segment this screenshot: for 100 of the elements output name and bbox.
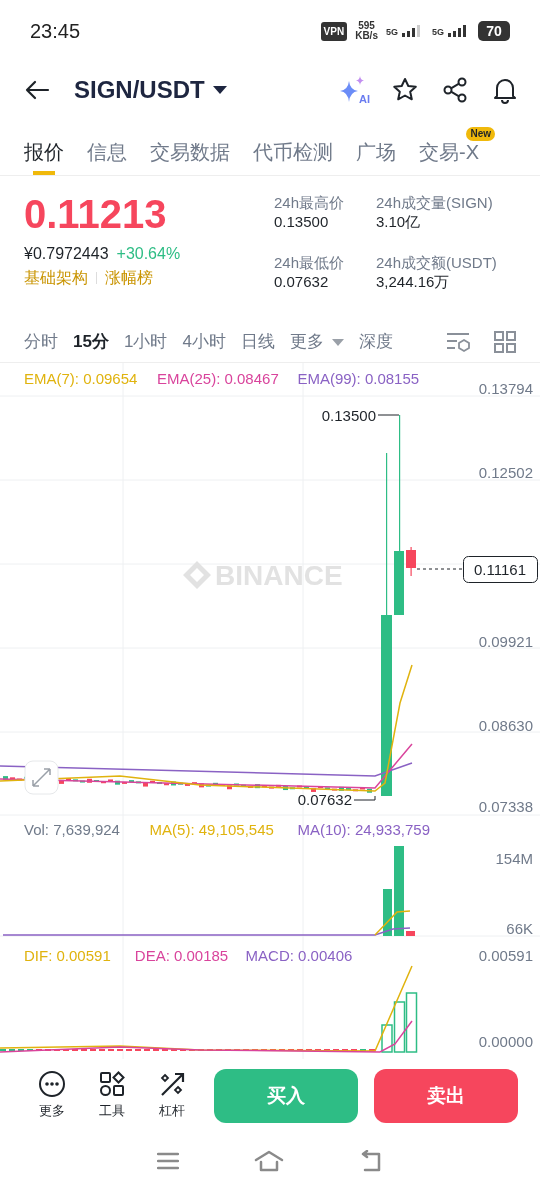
legend-value: MACD: 0.00406 (245, 947, 353, 964)
buy-button[interactable]: 买入 (214, 1069, 358, 1123)
stat-value: 3.10亿 (376, 212, 422, 232)
candle (276, 784, 281, 787)
legend-value: Vol: 7,639,924 (24, 821, 120, 838)
legend-value: MA(5): 49,105,545 (149, 821, 274, 838)
network-type: 5G (385, 28, 398, 37)
stat-label: 24h最低价 (274, 254, 346, 272)
ai-assistant-button[interactable]: AI (338, 75, 368, 105)
candle (178, 782, 183, 785)
interval-tab[interactable]: 日线 (240, 329, 275, 355)
candle (150, 780, 155, 783)
caret-icon (212, 86, 227, 94)
candle (234, 783, 239, 786)
sell-button[interactable]: 卖出 (374, 1069, 518, 1123)
interval-tab[interactable]: 15分 (73, 329, 109, 355)
back-arrow-icon[interactable] (24, 79, 50, 101)
tab[interactable]: 广场 (356, 133, 396, 175)
tab[interactable]: 信息 (87, 133, 127, 175)
candle (115, 780, 120, 785)
category-tag[interactable]: 涨幅榜 (105, 266, 153, 290)
candle (339, 786, 344, 791)
candle (87, 778, 92, 783)
axis-label: 66K (506, 920, 533, 937)
candle (297, 785, 302, 788)
clock-time: 23:45 (30, 19, 81, 44)
tools-icon (99, 1071, 125, 1098)
toolbar-button[interactable]: 工具 (90, 1071, 134, 1121)
candle (80, 780, 85, 783)
layout-grid-icon[interactable] (494, 331, 516, 353)
toolbar-button[interactable]: 杠杆 (150, 1071, 194, 1121)
candle (206, 784, 211, 787)
expand-button[interactable] (24, 760, 59, 795)
candle (192, 782, 197, 785)
interval-tab[interactable]: 更多 (289, 329, 344, 355)
candle (10, 777, 15, 780)
stat-label: 24h最高价 (274, 194, 346, 212)
candle (406, 547, 416, 576)
pair-selector[interactable]: SIGN/USDT (74, 72, 227, 108)
candle (73, 779, 78, 782)
axis-label: 0.07338 (478, 798, 533, 815)
legend-value: EMA(99): 0.08155 (297, 370, 420, 387)
candle (108, 779, 113, 782)
notification-bell-icon[interactable] (492, 76, 518, 104)
axis-label: 0.12502 (478, 464, 533, 481)
battery-level: 70 (478, 21, 510, 41)
new-badge: New (466, 127, 495, 141)
vpn-indicator: VPN (320, 21, 348, 41)
menu-icon[interactable] (157, 1152, 180, 1170)
axis-label: 0.08630 (478, 717, 533, 734)
candle (248, 785, 253, 788)
candle (325, 787, 330, 790)
axis-label: 154M (495, 850, 533, 867)
interval-tab[interactable]: 深度 (358, 329, 393, 355)
leader-line (377, 414, 400, 416)
stat-label: 24h成交量(SIGN) (376, 194, 494, 212)
candle (269, 786, 274, 789)
legend-value: DIF: 0.00591 (24, 947, 111, 964)
stat-value: 0.13500 (274, 212, 330, 232)
candle (101, 781, 106, 784)
favorite-star-icon[interactable] (392, 77, 418, 103)
more-icon (39, 1071, 65, 1098)
leader-line (353, 795, 376, 801)
high-price-marker: 0.13500 (321, 407, 376, 424)
low-price-marker: 0.07632 (297, 791, 352, 808)
axis-label: 0.00591 (478, 947, 533, 964)
candle (283, 786, 288, 791)
network-speed: 595 (357, 21, 376, 31)
tab[interactable]: 代币检测 (253, 133, 333, 175)
tab[interactable]: 交易数据 (150, 133, 230, 175)
candle (59, 779, 64, 784)
candle (122, 781, 127, 784)
interval-tab[interactable]: 分时 (24, 329, 58, 355)
current-price-label: 0.11161 (463, 556, 538, 583)
interval-tab[interactable]: 1小时 (123, 329, 168, 355)
candle (199, 783, 204, 788)
candle (143, 782, 148, 787)
tab[interactable]: 报价 (24, 133, 64, 175)
caret-icon[interactable] (331, 338, 344, 346)
interval-tab[interactable]: 4小时 (182, 329, 226, 355)
candle (353, 789, 358, 792)
share-icon[interactable] (442, 77, 468, 103)
price-change: +30.64% (116, 244, 181, 264)
fiat-price: ¥0.7972443 (24, 244, 109, 264)
network-type: 5G (432, 28, 444, 37)
indicator-settings-icon[interactable] (446, 331, 470, 353)
price-line (416, 568, 463, 570)
candle (304, 786, 309, 789)
histogram-bar (405, 992, 418, 1053)
axis-label: 0.13794 (478, 380, 533, 397)
home-icon[interactable] (254, 1150, 284, 1172)
speed-unit: KB/s (355, 31, 378, 41)
last-price: 0.11213 (24, 191, 168, 238)
candle (129, 780, 134, 783)
candle (311, 787, 316, 792)
legend-value: MA(10): 24,933,759 (297, 821, 430, 838)
category-tag[interactable]: 基础架构 (24, 266, 88, 290)
candle (185, 783, 190, 786)
toolbar-button[interactable]: 更多 (30, 1071, 74, 1121)
candle (171, 781, 176, 786)
